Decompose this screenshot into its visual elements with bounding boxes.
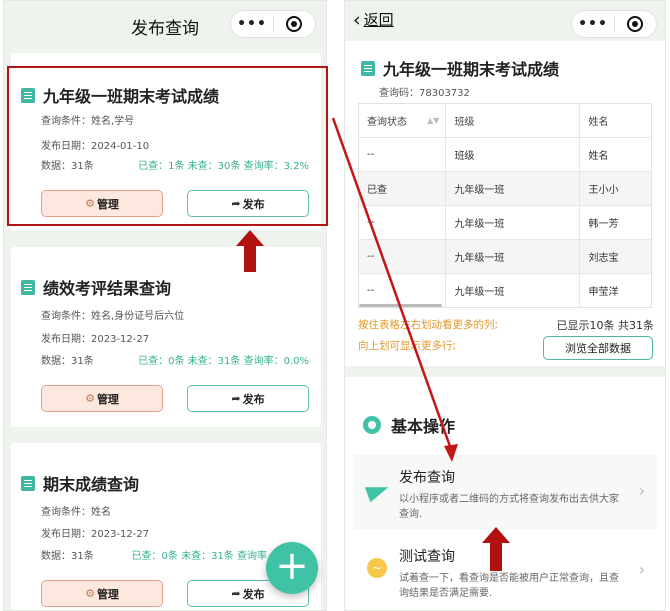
option-title: 测试查询 (399, 549, 455, 565)
sort-icon: ▲▼ (427, 116, 440, 125)
more-icon[interactable]: ••• (572, 16, 614, 32)
highlight-box (7, 66, 328, 226)
share-arrow-icon: ➦ (231, 587, 241, 600)
option-description: 以小程序或者二维码的方式将查询发布出去供大家查询. (399, 494, 619, 520)
back-button[interactable]: ‹ 返回 (353, 9, 394, 30)
stats-row: 数据：31条 已查：0条 未查：31条 查询率：0.0% (41, 352, 309, 367)
chevron-right-icon: › (638, 560, 645, 579)
publish-button[interactable]: ➦ 发布 (187, 385, 309, 412)
test-wave-icon: ~ (367, 558, 387, 578)
gear-icon: ⚙ (85, 587, 95, 600)
mini-program-capsule[interactable]: ••• (571, 10, 657, 38)
test-query-option[interactable]: ~ 测试查询 试着查一下，看查询是否能被用户正常查询，且查询结果是否满足需要. … (353, 534, 657, 608)
manage-button[interactable]: ⚙ 管理 (41, 385, 163, 412)
query-conditions: 查询条件：姓名 (41, 507, 111, 518)
browse-all-button[interactable]: 浏览全部数据 (543, 336, 653, 360)
manage-button[interactable]: ⚙ 管理 (41, 580, 163, 607)
result-panel: 九年级一班期末考试成绩 查询码：78303732 查询状态 ▲▼ 班级 姓名 --… (345, 41, 665, 366)
column-header-name[interactable]: 姓名 (580, 104, 651, 137)
operations-panel: 基本操作 发布查询 以小程序或者二维码的方式将查询发布出去供大家查询. › ~ … (345, 377, 665, 610)
section-title: 基本操作 (363, 413, 455, 437)
document-icon (361, 60, 375, 76)
swipe-hint-horizontal: 按住表格左右划动看更多的列; (358, 319, 499, 331)
table-row: 已查 九年级一班 王小小 (359, 172, 651, 206)
document-icon (21, 475, 35, 491)
option-description: 试着查一下，看查询是否能被用户正常查询，且查询结果是否满足需要. (399, 573, 619, 599)
up-arrow-annotation (236, 230, 264, 272)
nav-bar: 发布查询 ••• (4, 1, 326, 49)
chevron-right-icon: › (638, 481, 645, 500)
table-row: -- 班级 姓名 (359, 138, 651, 172)
data-table[interactable]: 查询状态 ▲▼ 班级 姓名 -- 班级 姓名 已查 九年级一班 王小小 -- 九年… (358, 103, 652, 308)
table-header-row: 查询状态 ▲▼ 班级 姓名 (359, 104, 651, 138)
card-title: 绩效考评结果查询 (21, 275, 171, 299)
table-row: -- 九年级一班 刘志宝 (359, 240, 651, 274)
data-count: 数据：31条 (41, 356, 94, 367)
publish-date: 发布日期：2023-12-27 (41, 529, 150, 540)
table-row: -- 九年级一班 韩一芳 (359, 206, 651, 240)
query-title: 九年级一班期末考试成绩 (361, 56, 559, 80)
chevron-left-icon: ‹ (353, 8, 361, 31)
query-code: 查询码：78303732 (379, 88, 470, 99)
query-stats: 已查：0条 未查：31条 查询率：0.0% (138, 356, 309, 367)
close-miniprogram-icon[interactable] (274, 16, 315, 32)
option-title: 发布查询 (399, 470, 455, 486)
document-icon (21, 279, 35, 295)
swipe-hint-vertical: 向上划可显示更多行; (358, 340, 457, 352)
table-scrollbar[interactable] (359, 304, 442, 307)
paper-plane-icon (364, 479, 392, 503)
column-header-status[interactable]: 查询状态 ▲▼ (359, 104, 447, 137)
publish-date: 发布日期：2023-12-27 (41, 334, 150, 345)
close-miniprogram-icon[interactable] (615, 16, 656, 32)
add-query-button[interactable]: + (266, 542, 318, 594)
query-stats: 已查：0条 未查：31条 查询率 (131, 551, 267, 562)
query-detail-screen: ‹ 返回 ••• 九年级一班期末考试成绩 查询码：78303732 查询状态 ▲▼… (344, 0, 666, 611)
gear-icon (363, 416, 381, 434)
shown-count: 已显示10条 共31条 (556, 319, 655, 332)
query-conditions: 查询条件：姓名,身份证号后六位 (41, 311, 185, 322)
column-header-class[interactable]: 班级 (446, 104, 581, 137)
mini-program-capsule[interactable]: ••• (230, 10, 316, 38)
query-card[interactable]: 绩效考评结果查询 查询条件：姓名,身份证号后六位 发布日期：2023-12-27… (11, 247, 321, 427)
table-row: -- 九年级一班 申莹洋 (359, 274, 651, 307)
more-icon[interactable]: ••• (231, 16, 273, 32)
gear-icon: ⚙ (85, 392, 95, 405)
data-count: 数据：31条 (41, 551, 94, 562)
share-arrow-icon: ➦ (231, 392, 241, 405)
card-title: 期末成绩查询 (21, 471, 139, 495)
publish-query-option[interactable]: 发布查询 以小程序或者二维码的方式将查询发布出去供大家查询. › (353, 455, 657, 529)
up-arrow-annotation (482, 527, 510, 571)
